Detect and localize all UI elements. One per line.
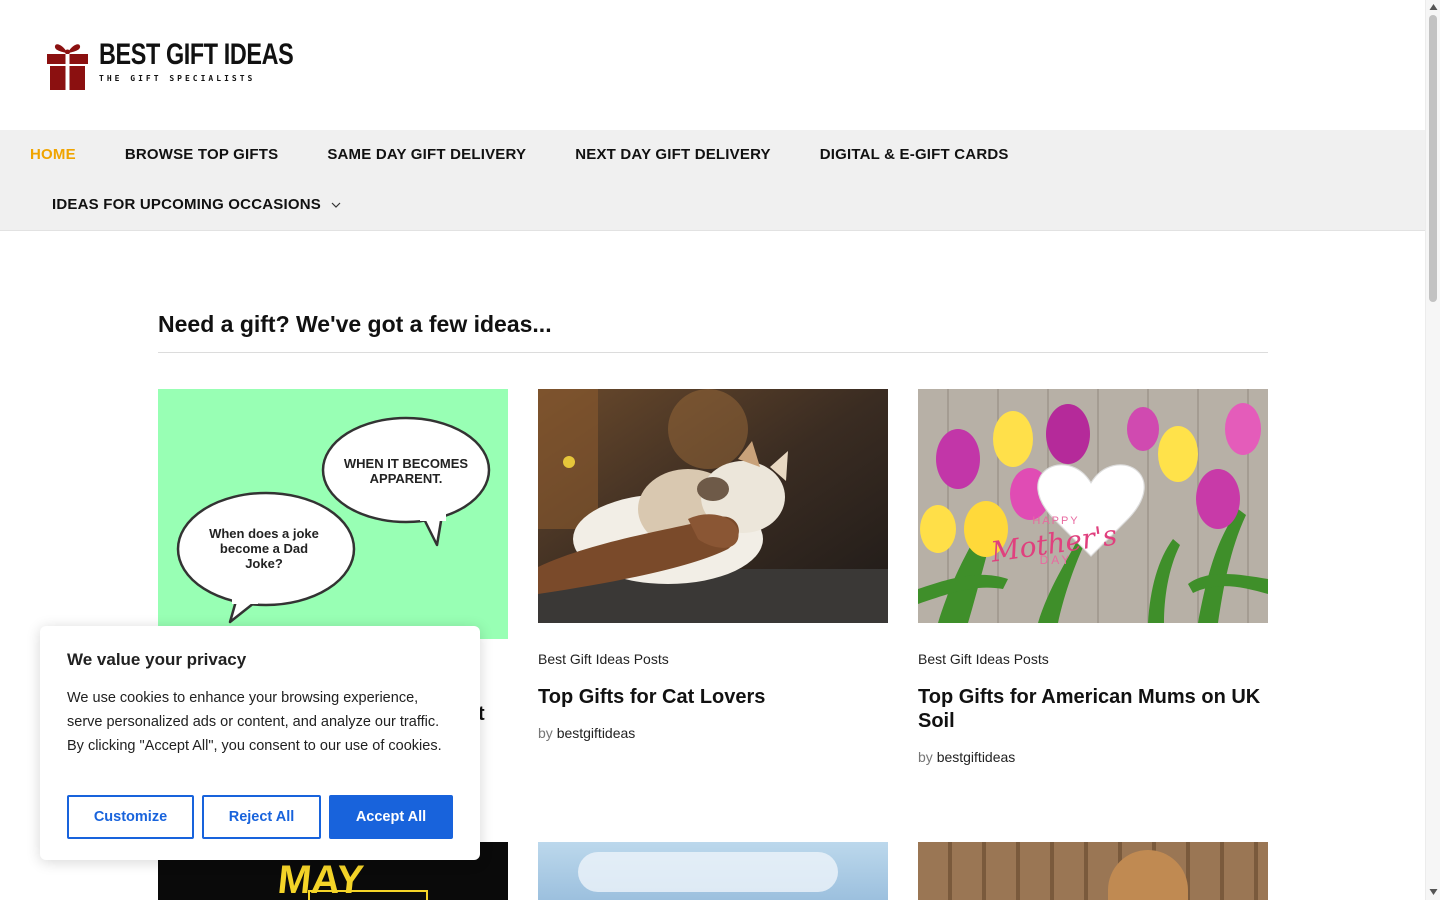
nav-upcoming-occasions-label: IDEAS FOR UPCOMING OCCASIONS <box>52 196 321 213</box>
gift-box-icon <box>47 44 88 90</box>
reject-all-button[interactable]: Reject All <box>202 795 321 839</box>
logo-tagline: THE GIFT SPECIALISTS <box>99 74 256 83</box>
post-thumbnail[interactable]: WHEN IT BECOMES APPARENT. When does a jo… <box>158 389 508 639</box>
cookie-description: We use cookies to enhance your browsing … <box>67 690 442 754</box>
tulips-photo-image <box>918 389 1268 623</box>
nav-same-day-delivery[interactable]: SAME DAY GIFT DELIVERY <box>327 146 526 164</box>
section-divider <box>158 352 1268 353</box>
site-logo[interactable]: BEST GIFT IDEAS THE GIFT SPECIALISTS <box>46 40 348 90</box>
post-thumbnail[interactable] <box>918 842 1268 900</box>
author-prefix: by <box>538 725 553 741</box>
bubble-text-2: When does a joke become a Dad Joke? <box>209 526 319 571</box>
post-thumbnail[interactable] <box>538 389 888 623</box>
scroll-up-arrow-icon[interactable] <box>1429 3 1438 11</box>
cookie-title: We value your privacy <box>67 650 247 669</box>
post-category[interactable]: Best Gift Ideas Posts <box>538 651 888 667</box>
accept-all-button[interactable]: Accept All <box>329 795 453 839</box>
thumbnail-frame <box>308 890 428 900</box>
wood-fence-texture <box>918 842 1268 900</box>
post-title[interactable]: Top Gifts for Cat Lovers <box>538 685 888 709</box>
nav-upcoming-occasions[interactable]: IDEAS FOR UPCOMING OCCASIONS <box>52 196 341 214</box>
author-prefix: by <box>918 749 933 765</box>
site-header: BEST GIFT IDEAS THE GIFT SPECIALISTS <box>0 0 1425 130</box>
chevron-down-icon <box>331 202 341 208</box>
cloud-shape <box>578 852 838 892</box>
post-category[interactable]: Best Gift Ideas Posts <box>918 651 1268 667</box>
post-card[interactable]: Best Gift Ideas Posts Top Gifts for Cat … <box>538 389 888 741</box>
nav-next-day-delivery[interactable]: NEXT DAY GIFT DELIVERY <box>575 146 771 164</box>
nav-home[interactable]: HOME <box>30 146 76 164</box>
page-scrollbar[interactable] <box>1425 0 1440 900</box>
post-card[interactable]: HAPPY Mother's DAY Best Gift Ideas Posts… <box>918 389 1268 765</box>
main-navigation: HOME BROWSE TOP GIFTS SAME DAY GIFT DELI… <box>0 130 1425 231</box>
nav-digital-gift-cards[interactable]: DIGITAL & E-GIFT CARDS <box>820 146 1009 164</box>
scroll-down-arrow-icon[interactable] <box>1429 888 1438 896</box>
customize-button[interactable]: Customize <box>67 795 194 839</box>
post-thumbnail[interactable]: HAPPY Mother's DAY <box>918 389 1268 623</box>
post-title[interactable]: Top Gifts for American Mums on UK Soil <box>918 685 1268 733</box>
cookie-consent-banner: We value your privacy We use cookies to … <box>40 626 480 860</box>
author-link[interactable]: bestgiftideas <box>557 725 636 741</box>
author-link[interactable]: bestgiftideas <box>937 749 1016 765</box>
nav-browse-top-gifts[interactable]: BROWSE TOP GIFTS <box>125 146 279 164</box>
scrollbar-thumb[interactable] <box>1429 15 1437 302</box>
post-thumbnail[interactable] <box>538 842 888 900</box>
post-author: by bestgiftideas <box>538 725 888 741</box>
heart-text-day: DAY <box>1039 553 1073 567</box>
bubble-text-1: WHEN IT BECOMES APPARENT. <box>343 456 469 486</box>
logo-title: BEST GIFT IDEAS <box>99 38 294 71</box>
cat-photo-image <box>538 389 888 623</box>
section-title: Need a gift? We've got a few ideas... <box>158 311 552 337</box>
post-author: by bestgiftideas <box>918 749 1268 765</box>
speech-bubbles-image <box>176 416 491 624</box>
post-card[interactable]: WHEN IT BECOMES APPARENT. When does a jo… <box>158 389 508 725</box>
